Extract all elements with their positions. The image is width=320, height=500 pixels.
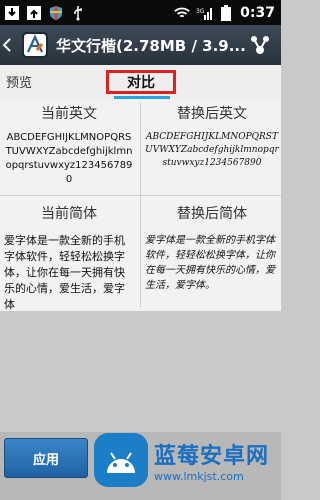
watermark: 蓝莓安卓网 www.lmkjst.com <box>94 420 281 500</box>
apply-button[interactable]: 应用 <box>4 438 88 478</box>
svg-text:3G: 3G <box>196 8 205 15</box>
page-title: 华文行楷(2.78MB / 3.9... <box>56 36 246 55</box>
shield-icon <box>48 5 64 21</box>
share-icon[interactable] <box>249 34 271 56</box>
back-chevron-icon[interactable] <box>0 25 20 65</box>
android-logo-icon <box>94 433 148 487</box>
status-time: 0:37 <box>240 4 275 21</box>
download-icon <box>4 5 20 21</box>
current-chinese-sample: 爱字体是一款全新的手机字体软件，轻轻松松换字体，让你在每一天拥有快乐的心情，爱生… <box>4 234 125 311</box>
watermark-url: www.lmkjst.com <box>154 469 244 483</box>
usb-icon <box>70 5 86 21</box>
upload-icon <box>26 5 42 21</box>
signal-icon: 3G <box>196 5 213 21</box>
tab-preview[interactable]: 预览 <box>0 72 32 99</box>
current-english-sample: ABCDEFGHIJKLMNOPQRSTUVWXYZabcdefghijklmn… <box>5 132 133 185</box>
replaced-chinese-header: 替换后简体 <box>177 206 247 222</box>
action-bar: 华文行楷(2.78MB / 3.9... <box>0 25 281 65</box>
vertical-divider <box>140 103 141 307</box>
current-chinese-header: 当前简体 <box>41 206 97 222</box>
comparison-panel: 当前英文 ABCDEFGHIJKLMNOPQRSTUVWXYZabcdefghi… <box>0 99 281 311</box>
wifi-icon <box>174 5 190 21</box>
horizontal-divider <box>0 195 281 196</box>
status-bar: 3G 0:37 <box>0 0 281 25</box>
replaced-chinese-sample: 爱字体是一款全新的手机字体软件，轻轻松松换字体，让你在每一天拥有快乐的心情，爱生… <box>145 235 275 291</box>
tab-compare[interactable]: 对比 <box>106 70 176 94</box>
battery-icon <box>218 4 234 21</box>
replaced-english-header: 替换后英文 <box>177 106 247 122</box>
replaced-english-sample: ABCDEFGHIJKLMNOPQRSTUVWXYZabcdefghijklmn… <box>145 132 279 168</box>
current-english-header: 当前英文 <box>41 106 97 122</box>
font-app-icon[interactable] <box>22 32 48 58</box>
watermark-name: 蓝莓安卓网 <box>154 443 270 469</box>
